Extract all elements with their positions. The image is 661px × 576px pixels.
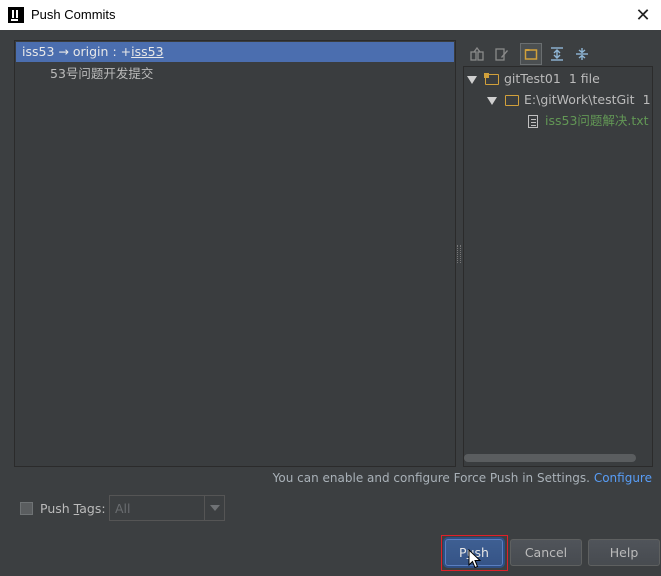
text-file-icon: [528, 115, 538, 128]
horizontal-scrollbar[interactable]: [464, 454, 636, 462]
directory-path: E:\gitWork\testGit: [524, 92, 635, 107]
push-tags-option[interactable]: Push Tags:: [20, 495, 114, 521]
branch-push-row[interactable]: iss53 → origin : +iss53: [16, 42, 454, 62]
diff-icon[interactable]: [466, 43, 488, 65]
push-tags-checkbox[interactable]: [20, 501, 33, 515]
changed-files-tree: gitTest01 1 file E:\gitWork\testGit 1 f is…: [463, 66, 653, 467]
title-bar: Push Commits ✕: [0, 0, 661, 30]
group-by-directory-icon[interactable]: [520, 43, 542, 65]
folder-icon: [505, 95, 519, 106]
target-prefix: +: [120, 44, 132, 59]
changes-toolbar: [464, 42, 654, 66]
chevron-down-icon: [204, 496, 224, 520]
splitter-handle[interactable]: [457, 245, 461, 263]
expand-all-icon[interactable]: [546, 43, 568, 65]
tree-node-repo[interactable]: gitTest01 1 file: [467, 70, 600, 88]
cancel-button[interactable]: Cancel: [510, 539, 582, 566]
tree-node-file[interactable]: iss53问题解决.txt: [528, 112, 649, 130]
commit-item[interactable]: 53号问题开发提交: [50, 65, 153, 83]
configure-link[interactable]: Configure: [594, 471, 652, 485]
repo-name: gitTest01: [504, 71, 561, 86]
file-name: iss53问题解决.txt: [545, 113, 649, 128]
intellij-icon: [8, 7, 24, 23]
expand-arrow-icon[interactable]: [487, 96, 497, 105]
tree-node-directory[interactable]: E:\gitWork\testGit 1 f: [487, 91, 652, 109]
window-title: Push Commits: [31, 7, 116, 22]
arrow-icon: →: [58, 44, 69, 59]
commits-panel: iss53 → origin : +iss53 53号问题开发提交: [14, 40, 456, 467]
directory-file-count: 1 f: [642, 92, 652, 107]
collapse-all-icon[interactable]: [571, 43, 593, 65]
push-tags-select: All: [109, 495, 225, 521]
repository-folder-icon: [484, 73, 499, 85]
target-branch-link[interactable]: iss53: [131, 44, 163, 59]
edit-source-icon[interactable]: [491, 43, 513, 65]
source-branch: iss53: [22, 44, 55, 59]
remote-separator: :: [112, 44, 117, 59]
push-commits-dialog: iss53 → origin : +iss53 53号问题开发提交 gitTes…: [0, 30, 661, 576]
push-tags-label: Push Tags:: [40, 500, 106, 516]
mouse-cursor-icon: [468, 549, 482, 569]
close-icon[interactable]: ✕: [629, 2, 657, 28]
push-tags-select-value: All: [115, 501, 131, 516]
remote-name: origin: [72, 44, 109, 59]
repo-file-count: 1 file: [568, 71, 600, 86]
force-push-hint: You can enable and configure Force Push …: [273, 471, 652, 485]
force-push-text: You can enable and configure Force Push …: [272, 471, 590, 485]
help-button[interactable]: Help: [588, 539, 660, 566]
expand-arrow-icon[interactable]: [467, 75, 477, 84]
